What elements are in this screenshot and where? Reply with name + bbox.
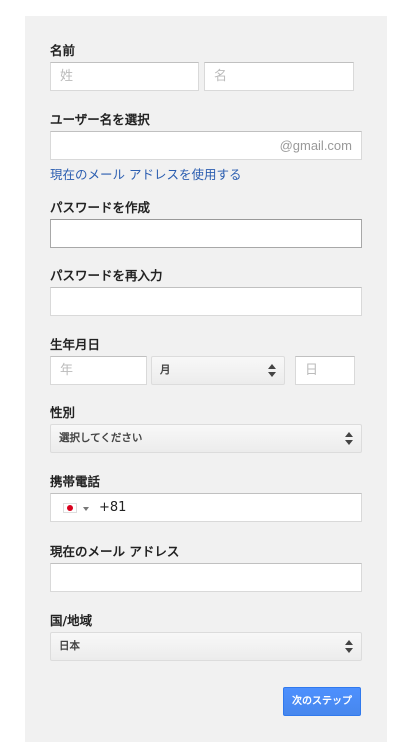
country-select[interactable]: 日本: [50, 632, 362, 661]
next-step-button[interactable]: 次のステップ: [283, 687, 361, 716]
last-name-placeholder: 姓: [60, 69, 74, 84]
chevron-down-icon[interactable]: [83, 507, 89, 511]
birth-year-placeholder: 年: [60, 363, 74, 378]
select-arrows-icon: [345, 640, 353, 653]
signup-form-panel: 名前 姓 名 ユーザー名を選択 @gmail.com 現在のメール アドレスを使…: [25, 16, 387, 742]
birth-month-select[interactable]: 月: [151, 356, 285, 385]
username-label: ユーザー名を選択: [50, 112, 150, 127]
select-arrows-icon: [345, 432, 353, 445]
country-label: 国/地域: [50, 613, 93, 628]
use-current-email-link[interactable]: 現在のメール アドレスを使用する: [50, 164, 241, 183]
phone-country-code: +81: [99, 500, 127, 515]
birth-day-input[interactable]: 日: [295, 356, 355, 385]
username-input[interactable]: @gmail.com: [50, 131, 362, 160]
name-label: 名前: [50, 43, 76, 58]
password-label: パスワードを作成: [50, 200, 151, 215]
birth-year-input[interactable]: 年: [50, 356, 147, 385]
jp-flag-icon[interactable]: [63, 503, 77, 513]
gender-label: 性別: [50, 405, 76, 420]
password-confirm-input[interactable]: [50, 287, 362, 316]
gender-select[interactable]: 選択してください: [50, 424, 362, 453]
select-arrows-icon: [268, 364, 276, 377]
birth-day-placeholder: 日: [305, 363, 319, 378]
last-name-input[interactable]: 姓: [50, 62, 199, 91]
gmail-suffix: @gmail.com: [279, 138, 352, 153]
phone-label: 携帯電話: [50, 474, 101, 489]
first-name-placeholder: 名: [214, 69, 228, 84]
password-confirm-label: パスワードを再入力: [50, 268, 163, 283]
birthday-label: 生年月日: [50, 337, 101, 352]
password-input[interactable]: [50, 219, 362, 248]
phone-input[interactable]: +81: [50, 493, 362, 522]
current-email-input[interactable]: [50, 563, 362, 592]
birth-month-value: 月: [160, 364, 171, 376]
current-email-label: 現在のメール アドレス: [50, 544, 180, 559]
gender-value: 選択してください: [59, 432, 143, 444]
first-name-input[interactable]: 名: [204, 62, 354, 91]
country-value: 日本: [59, 640, 80, 652]
